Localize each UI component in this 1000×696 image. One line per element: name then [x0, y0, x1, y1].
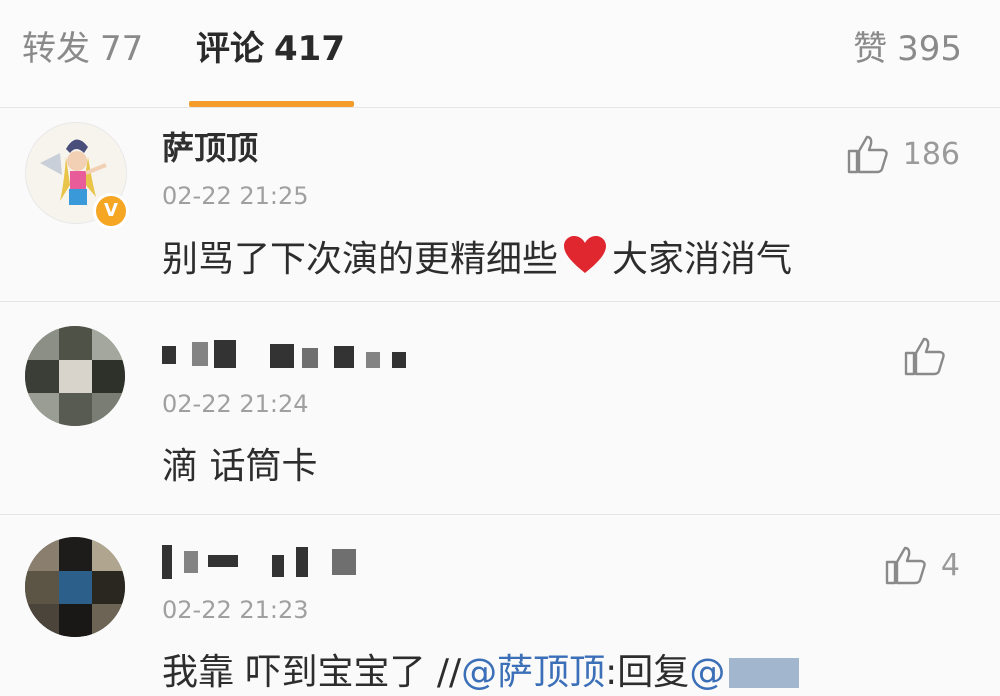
comment-tabs: 转发 77 评论 417 赞 395 [0, 0, 1000, 108]
active-tab-indicator [189, 101, 354, 107]
commenter-name-redacted [162, 543, 372, 579]
thumbs-up-icon [904, 337, 945, 376]
comment-time: 02-22 21:25 [162, 182, 309, 210]
tab-comments-count: 417 [274, 29, 345, 69]
avatar-pixelated-image [25, 326, 125, 426]
mention-link[interactable]: @萨顶顶 [461, 652, 605, 693]
tab-comments-label: 评论 [196, 29, 264, 69]
like-count: 4 [940, 547, 960, 583]
avatar[interactable] [25, 326, 125, 426]
comment-text-part: 别骂了下次演的更精细些 [162, 239, 559, 280]
comment-item: V 萨顶顶 02-22 21:25 别骂了下次演的更精细些 大家消消气 186 [0, 108, 1000, 302]
like-button[interactable]: 4 [885, 545, 960, 585]
like-button[interactable]: 186 [847, 134, 960, 174]
redacted-username [729, 658, 800, 688]
comment-text: 别骂了下次演的更精细些 大家消消气 [162, 235, 792, 283]
comment-item: 02-22 21:23 我靠 吓到宝宝了 //@萨顶顶:回复@ 4 [0, 515, 1000, 696]
comment-time: 02-22 21:24 [162, 390, 309, 418]
comment-text: 滴 话筒卡 [162, 446, 318, 487]
tab-likes-label: 赞 [853, 29, 888, 69]
tab-comments[interactable]: 评论 417 [196, 27, 345, 71]
comment-text: 我靠 吓到宝宝了 //@萨顶顶:回复@ [162, 650, 800, 696]
comment-time: 02-22 21:23 [162, 596, 309, 624]
tab-likes-count: 395 [897, 29, 962, 69]
like-button[interactable] [904, 336, 960, 376]
tab-repost-label: 转发 [22, 29, 90, 69]
mention-link[interactable]: @ [689, 652, 725, 693]
comment-item: 02-22 21:24 滴 话筒卡 [0, 302, 1000, 515]
heart-icon [564, 236, 607, 273]
comment-text-part: :回复 [605, 652, 690, 693]
comment-text-part: 我靠 吓到宝宝了 // [162, 652, 462, 693]
verified-badge-icon: V [93, 193, 129, 229]
thumbs-up-icon [847, 135, 888, 174]
like-count: 186 [902, 136, 960, 172]
avatar-pixelated-image [25, 537, 125, 637]
commenter-name-redacted [162, 338, 412, 372]
avatar[interactable] [25, 537, 125, 637]
comment-text-part: 大家消消气 [612, 239, 793, 280]
thumbs-up-icon [885, 546, 926, 585]
commenter-name[interactable]: 萨顶顶 [162, 128, 258, 168]
tab-repost-count: 77 [100, 29, 144, 69]
tab-likes[interactable]: 赞 395 [853, 27, 962, 71]
tab-repost[interactable]: 转发 77 [22, 27, 143, 71]
